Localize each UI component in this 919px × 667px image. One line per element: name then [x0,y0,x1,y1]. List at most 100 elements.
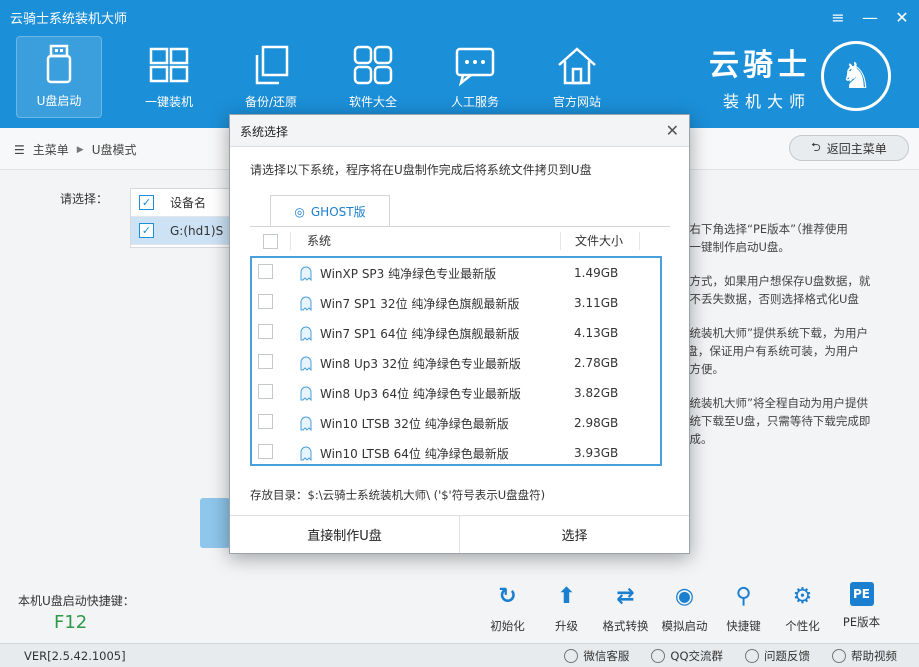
list-icon: ☰ [14,142,25,157]
menu-icon[interactable]: ≡ [829,8,847,27]
tool-label: 模拟启动 [661,619,708,633]
system-checkbox[interactable] [258,414,273,429]
nav-usb-boot[interactable]: U盘启动 [16,36,102,118]
eye-icon: ◉ [674,583,695,609]
system-name: WinXP SP3 纯净绿色专业最新版 [320,266,497,281]
start-button[interactable] [200,498,230,548]
system-checkbox[interactable] [258,354,273,369]
system-checkbox[interactable] [258,324,273,339]
system-row[interactable]: Win10 LTSB 32位 纯净绿色最新版 2.98GB [252,408,660,438]
apps-icon [353,45,393,85]
tool-label: 升级 [555,619,578,633]
swap-icon: ⇄ [616,583,635,609]
search-icon: ⚲ [735,583,752,609]
system-row[interactable]: WinXP SP3 纯净绿色专业最新版 1.49GB [252,258,660,288]
close-icon[interactable]: ✕ [893,8,911,27]
breadcrumb-current: U盘模式 [91,143,137,157]
main-nav: U盘启动 一键装机 备份/还原 软件大全 人工服务 官方网站 [16,36,628,118]
tool-label: 个性化 [785,619,820,633]
nav-label: 备份/还原 [244,95,298,109]
help-video-link[interactable]: 帮助视频 [832,648,897,664]
select-button[interactable]: 选择 [460,516,689,553]
system-row[interactable]: Win10 LTSB 64位 纯净绿色最新版 3.93GB [252,438,660,468]
system-size: 1.49GB [574,266,619,280]
ghost-icon [300,416,312,431]
dialog-close-icon[interactable]: ✕ [666,121,679,140]
wechat-support-link[interactable]: 微信客服 [564,648,629,664]
back-to-main-button[interactable]: ⮌ 返回主菜单 [789,135,909,161]
system-size: 4.13GB [574,326,619,340]
system-name: Win7 SP1 64位 纯净绿色旗舰最新版 [320,326,520,341]
pe-version-button[interactable]: PE PE版本 [832,582,891,634]
status-links: 微信客服 QQ交流群 问题反馈 帮助视频 [564,648,897,664]
minimize-icon[interactable]: — [861,8,879,27]
hotkey-button[interactable]: ⚲ 快捷键 [714,582,773,634]
system-row[interactable]: Win7 SP1 32位 纯净绿色旗舰最新版 3.11GB [252,288,660,318]
pe-icon: PE [849,582,874,606]
tool-label: 初始化 [490,619,525,633]
system-row[interactable]: Win8 Up3 64位 纯净绿色专业最新版 3.82GB [252,378,660,408]
nav-software[interactable]: 软件大全 [322,36,424,118]
ghost-icon [300,386,312,401]
system-checkbox[interactable] [258,264,273,279]
system-select-dialog: 系统选择 ✕ 请选择以下系统，程序将在U盘制作完成后将系统文件拷贝到U盘 ◎ G… [229,114,690,554]
simulate-boot-button[interactable]: ◉ 模拟启动 [655,582,714,634]
ghost-icon [300,356,312,371]
system-name: Win8 Up3 64位 纯净绿色专业最新版 [320,386,521,401]
hotkey-value: F12 [54,612,88,633]
personalize-button[interactable]: ⚙ 个性化 [773,582,832,634]
instruction-text: ，右下角选择“PE版本”（推荐使用 击一键制作启动U盘。 [678,222,848,254]
nav-service[interactable]: 人工服务 [424,36,526,118]
system-name: Win7 SP1 32位 纯净绿色旗舰最新版 [320,296,520,311]
qq-icon [651,649,666,663]
link-label: 问题反馈 [764,649,810,663]
instruction-text: 系统装机大师”提供系统下载，为用户 U盘，保证用户有系统可装，为用户 来方便。 [678,326,868,376]
qq-group-link[interactable]: QQ交流群 [651,648,723,664]
ghost-icon [300,266,312,281]
refresh-icon: ↻ [498,583,517,609]
upgrade-button[interactable]: ⬆ 升级 [537,582,596,634]
breadcrumb: ☰ 主菜单 ▶ U盘模式 [14,141,137,158]
back-arrow-icon: ⮌ [811,139,821,154]
knight-logo-icon: ♞ [821,41,891,111]
brand-subtitle: 装机大师 [722,92,811,111]
select-all-systems-checkbox[interactable] [262,233,278,249]
brand-name: 云骑士 [709,48,811,83]
init-button[interactable]: ↻ 初始化 [478,582,537,634]
link-label: 帮助视频 [851,649,897,663]
device-checkbox[interactable]: ✓ [139,223,154,238]
system-checkbox[interactable] [258,294,273,309]
select-label: 请选择： [60,192,109,206]
link-label: 微信客服 [583,649,630,663]
tool-label: 快捷键 [726,619,761,633]
system-row[interactable]: Win7 SP1 64位 纯净绿色旗舰最新版 4.13GB [252,318,660,348]
dialog-titlebar: 系统选择 ✕ [230,115,689,147]
nav-one-click[interactable]: 一键装机 [118,36,220,118]
system-size: 3.82GB [574,386,619,400]
video-icon [832,649,846,663]
nav-website[interactable]: 官方网站 [526,36,628,118]
select-all-checkbox[interactable]: ✓ [139,195,154,210]
breadcrumb-root[interactable]: 主菜单 [33,141,69,158]
dialog-intro: 请选择以下系统，程序将在U盘制作完成后将系统文件拷贝到U盘 [250,163,592,177]
feedback-link[interactable]: 问题反馈 [745,648,810,664]
toolbar: ↻ 初始化 ⬆ 升级 ⇄ 格式转换 ◉ 模拟启动 ⚲ 快捷键 ⚙ 个性化 PE PE版本 [478,582,891,634]
brand: 云骑士 装机大师 ♞ [709,40,891,112]
system-row[interactable]: Win8 Up3 32位 纯净绿色专业最新版 2.78GB [252,348,660,378]
nav-backup-restore[interactable]: 备份/还原 [220,36,322,118]
nav-label: 人工服务 [450,95,499,109]
dialog-title: 系统选择 [240,125,289,139]
tool-label: 格式转换 [602,619,649,633]
system-checkbox[interactable] [258,444,273,459]
system-checkbox[interactable] [258,384,273,399]
make-usb-directly-button[interactable]: 直接制作U盘 [230,516,460,553]
gear-icon: ⚙ [792,583,813,609]
feedback-icon [745,649,759,663]
system-size: 3.93GB [574,446,619,460]
system-name: Win10 LTSB 32位 纯净绿色最新版 [320,416,509,431]
app-title: 云骑士系统装机大师 [10,12,128,27]
format-convert-button[interactable]: ⇄ 格式转换 [596,582,655,634]
copy-icon [255,45,289,85]
tab-ghost[interactable]: ◎ GHOST版 [270,195,390,227]
device-header: 设备名 [170,196,207,210]
